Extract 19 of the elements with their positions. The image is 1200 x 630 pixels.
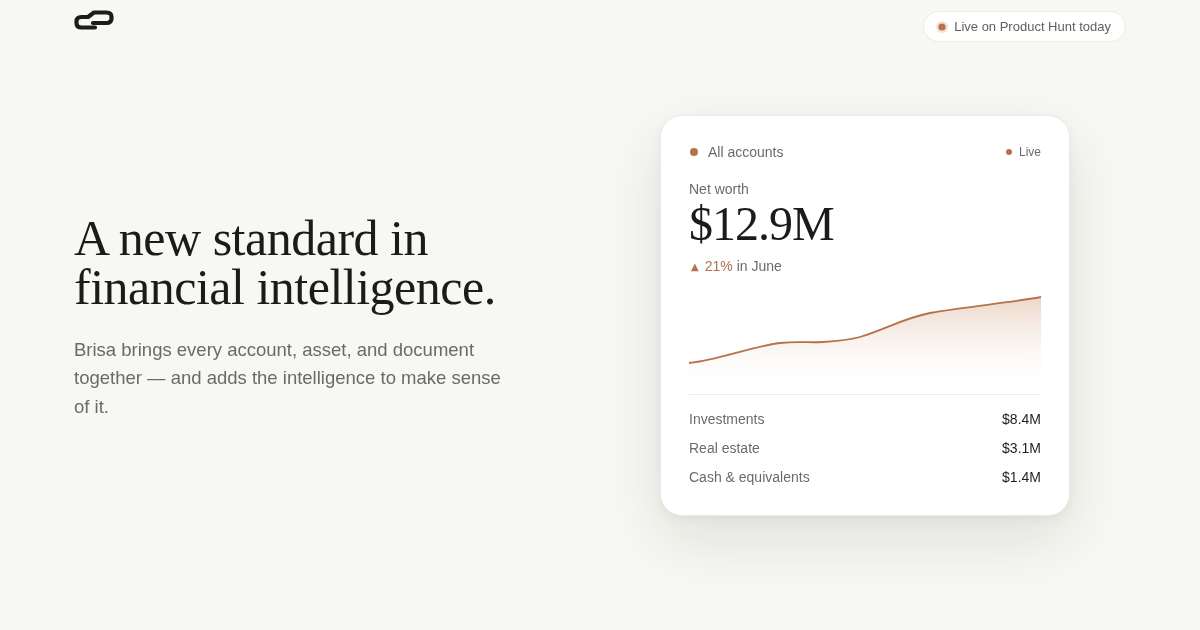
breakdown-value: $3.1M [1002, 439, 1041, 456]
scope-label: All accounts [708, 144, 784, 160]
breakdown-label: Cash & equivalents [689, 468, 810, 485]
live-dot-icon [936, 20, 949, 33]
status-dot-icon [1006, 149, 1012, 155]
change-period: in June [736, 258, 782, 274]
breakdown-value: $1.4M [1002, 468, 1041, 485]
metric-label: Net worth [689, 180, 750, 198]
link-logo-icon [74, 9, 114, 31]
product-hunt-badge[interactable]: Live on Product Hunt today [923, 11, 1126, 42]
breakdown-label: Investments [689, 410, 765, 427]
change-value: 21% [704, 258, 733, 274]
status-dot-icon [690, 148, 698, 156]
breakdown-value: $8.4M [1002, 410, 1041, 427]
change-arrow: ▲ [691, 260, 699, 272]
breakdown-label: Real estate [689, 439, 760, 456]
live-label: Live [1019, 145, 1041, 159]
hero-description: Brisa brings every account, asset, and document together — and adds the intelligence to make sense of it. [74, 337, 502, 419]
metric-value: $12.9M [689, 198, 835, 250]
